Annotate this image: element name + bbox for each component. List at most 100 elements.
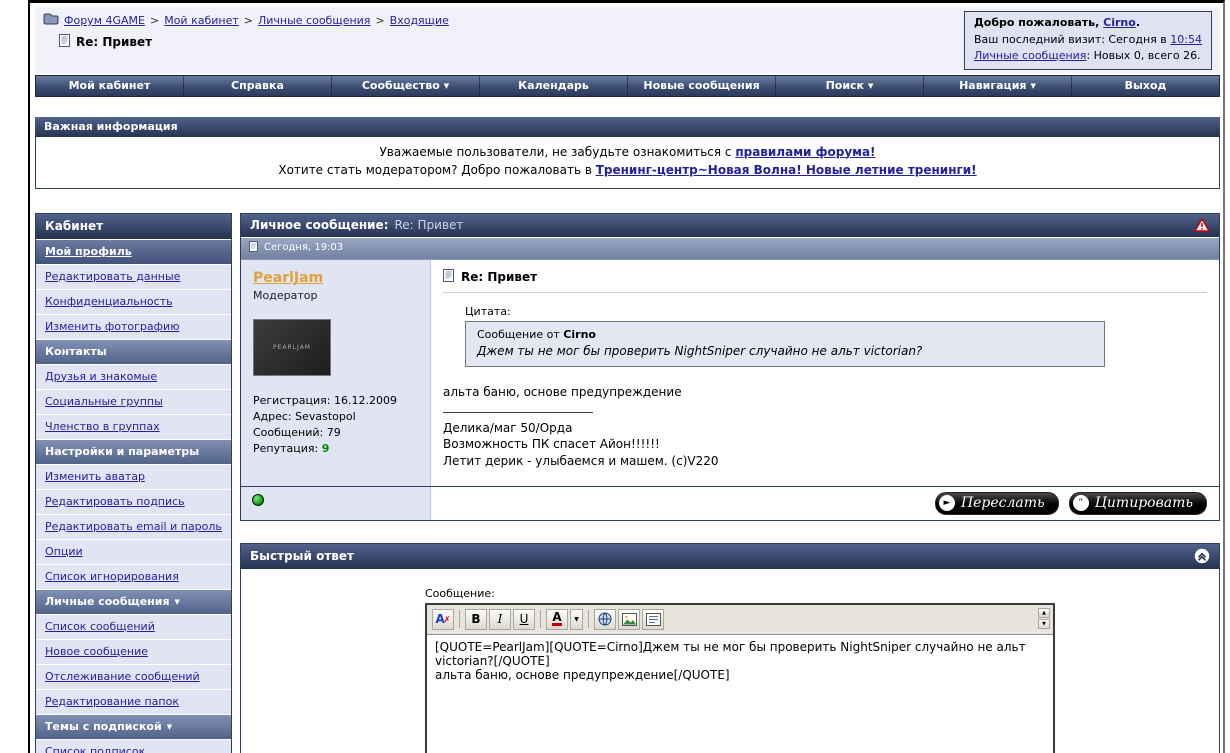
author-name-link[interactable]: PearlJam: [253, 270, 323, 286]
sidebar-item-group-membership[interactable]: Членство в группах: [36, 413, 231, 439]
header-strip: Форум 4GAME > Мой кабинет > Личные сообщ…: [35, 7, 1220, 73]
toolbar-scroll-down[interactable]: ▼: [1038, 618, 1050, 629]
nav-my-cabinet[interactable]: Мой кабинет: [36, 75, 184, 96]
last-visit-time-link[interactable]: 10:54: [1170, 33, 1202, 46]
remove-format-button[interactable]: A ✗: [432, 608, 454, 630]
sidebar-item-label: Друзья и знакомые: [45, 369, 158, 383]
sidebar-item-ignore-list[interactable]: Список игнорирования: [36, 563, 231, 589]
private-messages-link[interactable]: Личные сообщения: [974, 49, 1086, 62]
toolbar-scroll-up[interactable]: ▲: [1038, 607, 1050, 618]
sidebar-item-label: Список игнорирования: [45, 569, 179, 583]
sidebar-section-private-messages[interactable]: Личные сообщения ▼: [36, 588, 231, 614]
sidebar-item-label: Редактировать данные: [45, 269, 181, 283]
report-icon[interactable]: [1193, 217, 1211, 232]
nav-navigation[interactable]: Навигация ▼: [924, 75, 1072, 96]
chevron-down-icon: ▼: [174, 597, 180, 606]
sidebar-section-settings: Настройки и параметры: [36, 438, 231, 464]
sidebar-item-label: Отслеживание сообщений: [45, 669, 200, 683]
forum-rules-link[interactable]: правилами форума!: [735, 145, 875, 159]
collapse-icon[interactable]: [1194, 548, 1210, 564]
nav-label: Календарь: [518, 78, 589, 92]
post-row: PearlJam Модератор PEARLJAM Регистрация:…: [241, 258, 1219, 486]
important-info-title: Важная информация: [35, 116, 1220, 137]
sidebar-item-message-tracking[interactable]: Отслеживание сообщений: [36, 663, 231, 689]
quote-tags-icon: [645, 612, 661, 626]
notice-line1-text: Уважаемые пользователи, не забудьте озна…: [379, 144, 736, 159]
breadcrumb-link-inbox[interactable]: Входящие: [390, 14, 449, 27]
italic-button[interactable]: I: [489, 608, 511, 630]
author-address: Адрес: Sevastopol: [253, 409, 356, 423]
notice-line2-text: Хотите стать модератором? Добро пожалова…: [278, 163, 596, 178]
sidebar-item-edit-data[interactable]: Редактировать данные: [36, 263, 231, 289]
underline-button[interactable]: U: [513, 608, 535, 630]
breadcrumb-link-cabinet[interactable]: Мой кабинет: [164, 14, 239, 27]
sidebar-item-friends[interactable]: Друзья и знакомые: [36, 363, 231, 389]
nav-help[interactable]: Справка: [184, 75, 332, 96]
nav-label: Новые сообщения: [643, 78, 760, 92]
insert-image-button[interactable]: [618, 608, 640, 630]
message-editor: A ✗ B I U A ▼ ▲ ▼ [QUOTE=PearlJam][QUOTE…: [425, 602, 1055, 753]
bold-button[interactable]: B: [465, 608, 487, 630]
nav-logout[interactable]: Выход: [1072, 76, 1219, 96]
quote-block: Цитата: Сообщение от Cirno Джем ты не мо…: [465, 305, 1207, 367]
avatar[interactable]: PEARLJAM: [253, 318, 331, 376]
sidebar-item-edit-avatar[interactable]: Изменить аватар: [36, 463, 231, 489]
pm-count-text: : Новых 0, всего 26.: [1086, 49, 1201, 62]
font-color-dropdown[interactable]: ▼: [570, 608, 583, 630]
post-footer-actions: ► Переслать ” Цитировать: [431, 486, 1219, 520]
sidebar-item-my-profile[interactable]: Мой профиль: [36, 238, 231, 264]
sidebar-item-edit-photo[interactable]: Изменить фотографию: [36, 313, 231, 339]
post-footer: ► Переслать ” Цитировать: [241, 485, 1219, 520]
bold-icon: B: [471, 612, 481, 627]
training-center-link[interactable]: Тренинг-центр~Новая Волна! Новые летние …: [596, 163, 977, 177]
welcome-box: Добро пожаловать, Cirno. Ваш последний в…: [963, 11, 1212, 70]
nav-calendar[interactable]: Календарь: [480, 75, 628, 96]
nav-label: Мой кабинет: [68, 78, 151, 92]
quote-button-label: Цитировать: [1094, 494, 1193, 511]
post-title-row: Re: Привет: [443, 268, 1207, 293]
sidebar-item-edit-email-password[interactable]: Редактировать email и пароль: [36, 513, 231, 539]
forward-button-label: Переслать: [960, 494, 1045, 511]
sidebar-item-folder-editing[interactable]: Редактирование папок: [36, 688, 231, 714]
sidebar-item-options[interactable]: Опции: [36, 538, 231, 564]
sidebar-section-label: Темы с подпиской: [45, 719, 162, 733]
sidebar-item-privacy[interactable]: Конфиденциальность: [36, 288, 231, 314]
sidebar-item-label: Редактировать подпись: [45, 494, 185, 508]
sidebar-section-label: Личные сообщения: [45, 594, 170, 608]
nav-community[interactable]: Сообщество ▼: [332, 75, 480, 96]
insert-link-button[interactable]: [594, 608, 616, 630]
breadcrumb-link-private-messages[interactable]: Личные сообщения: [258, 14, 370, 27]
breadcrumb-link-forum[interactable]: Форум 4GAME: [64, 14, 145, 27]
quick-reply-panel: Быстрый ответ Сообщение: A ✗ B I U A ▼ ▲…: [240, 542, 1220, 753]
author-post-count: Сообщений: 79: [253, 425, 341, 439]
sidebar-section-subscribed-threads[interactable]: Темы с подпиской ▼: [36, 713, 231, 739]
post-title-icon: [443, 268, 454, 285]
quote-label: Цитата:: [465, 304, 511, 318]
font-color-button[interactable]: A: [546, 608, 568, 630]
image-icon: [621, 612, 637, 626]
welcome-greeting-suffix: .: [1135, 16, 1140, 29]
author-role: Модератор: [253, 288, 318, 302]
sidebar-item-subscription-list[interactable]: Список подписок: [36, 738, 231, 753]
sidebar-item-label: Социальные группы: [45, 394, 163, 408]
underline-icon: U: [519, 612, 529, 627]
quote-button[interactable]: ” Цитировать: [1068, 491, 1207, 515]
sidebar-item-social-groups[interactable]: Социальные группы: [36, 388, 231, 414]
main-column: Личное сообщение: Re: Привет Сегодня, 19…: [240, 212, 1220, 753]
forward-button[interactable]: ► Переслать: [934, 491, 1059, 515]
sidebar-section-contacts: Контакты: [36, 338, 231, 364]
wrap-quote-button[interactable]: [642, 608, 664, 630]
pm-header-label: Личное сообщение:: [250, 217, 389, 232]
nav-new-messages[interactable]: Новые сообщения: [628, 75, 776, 96]
sidebar-item-new-message[interactable]: Новое сообщение: [36, 638, 231, 664]
nav-search[interactable]: Поиск ▼: [776, 75, 924, 96]
username-link[interactable]: Cirno: [1103, 16, 1136, 29]
sidebar-item-message-list[interactable]: Список сообщений: [36, 613, 231, 639]
post-icon: [249, 240, 258, 255]
quick-reply-textarea[interactable]: [QUOTE=PearlJam][QUOTE=Cirno]Джем ты не …: [427, 634, 1053, 753]
sidebar-item-label: Редактирование папок: [45, 694, 179, 708]
sidebar-section-label: Контакты: [45, 344, 107, 358]
breadcrumb-separator: >: [243, 14, 253, 27]
sidebar-item-edit-signature[interactable]: Редактировать подпись: [36, 488, 231, 514]
private-message-panel: Личное сообщение: Re: Привет Сегодня, 19…: [240, 212, 1220, 521]
